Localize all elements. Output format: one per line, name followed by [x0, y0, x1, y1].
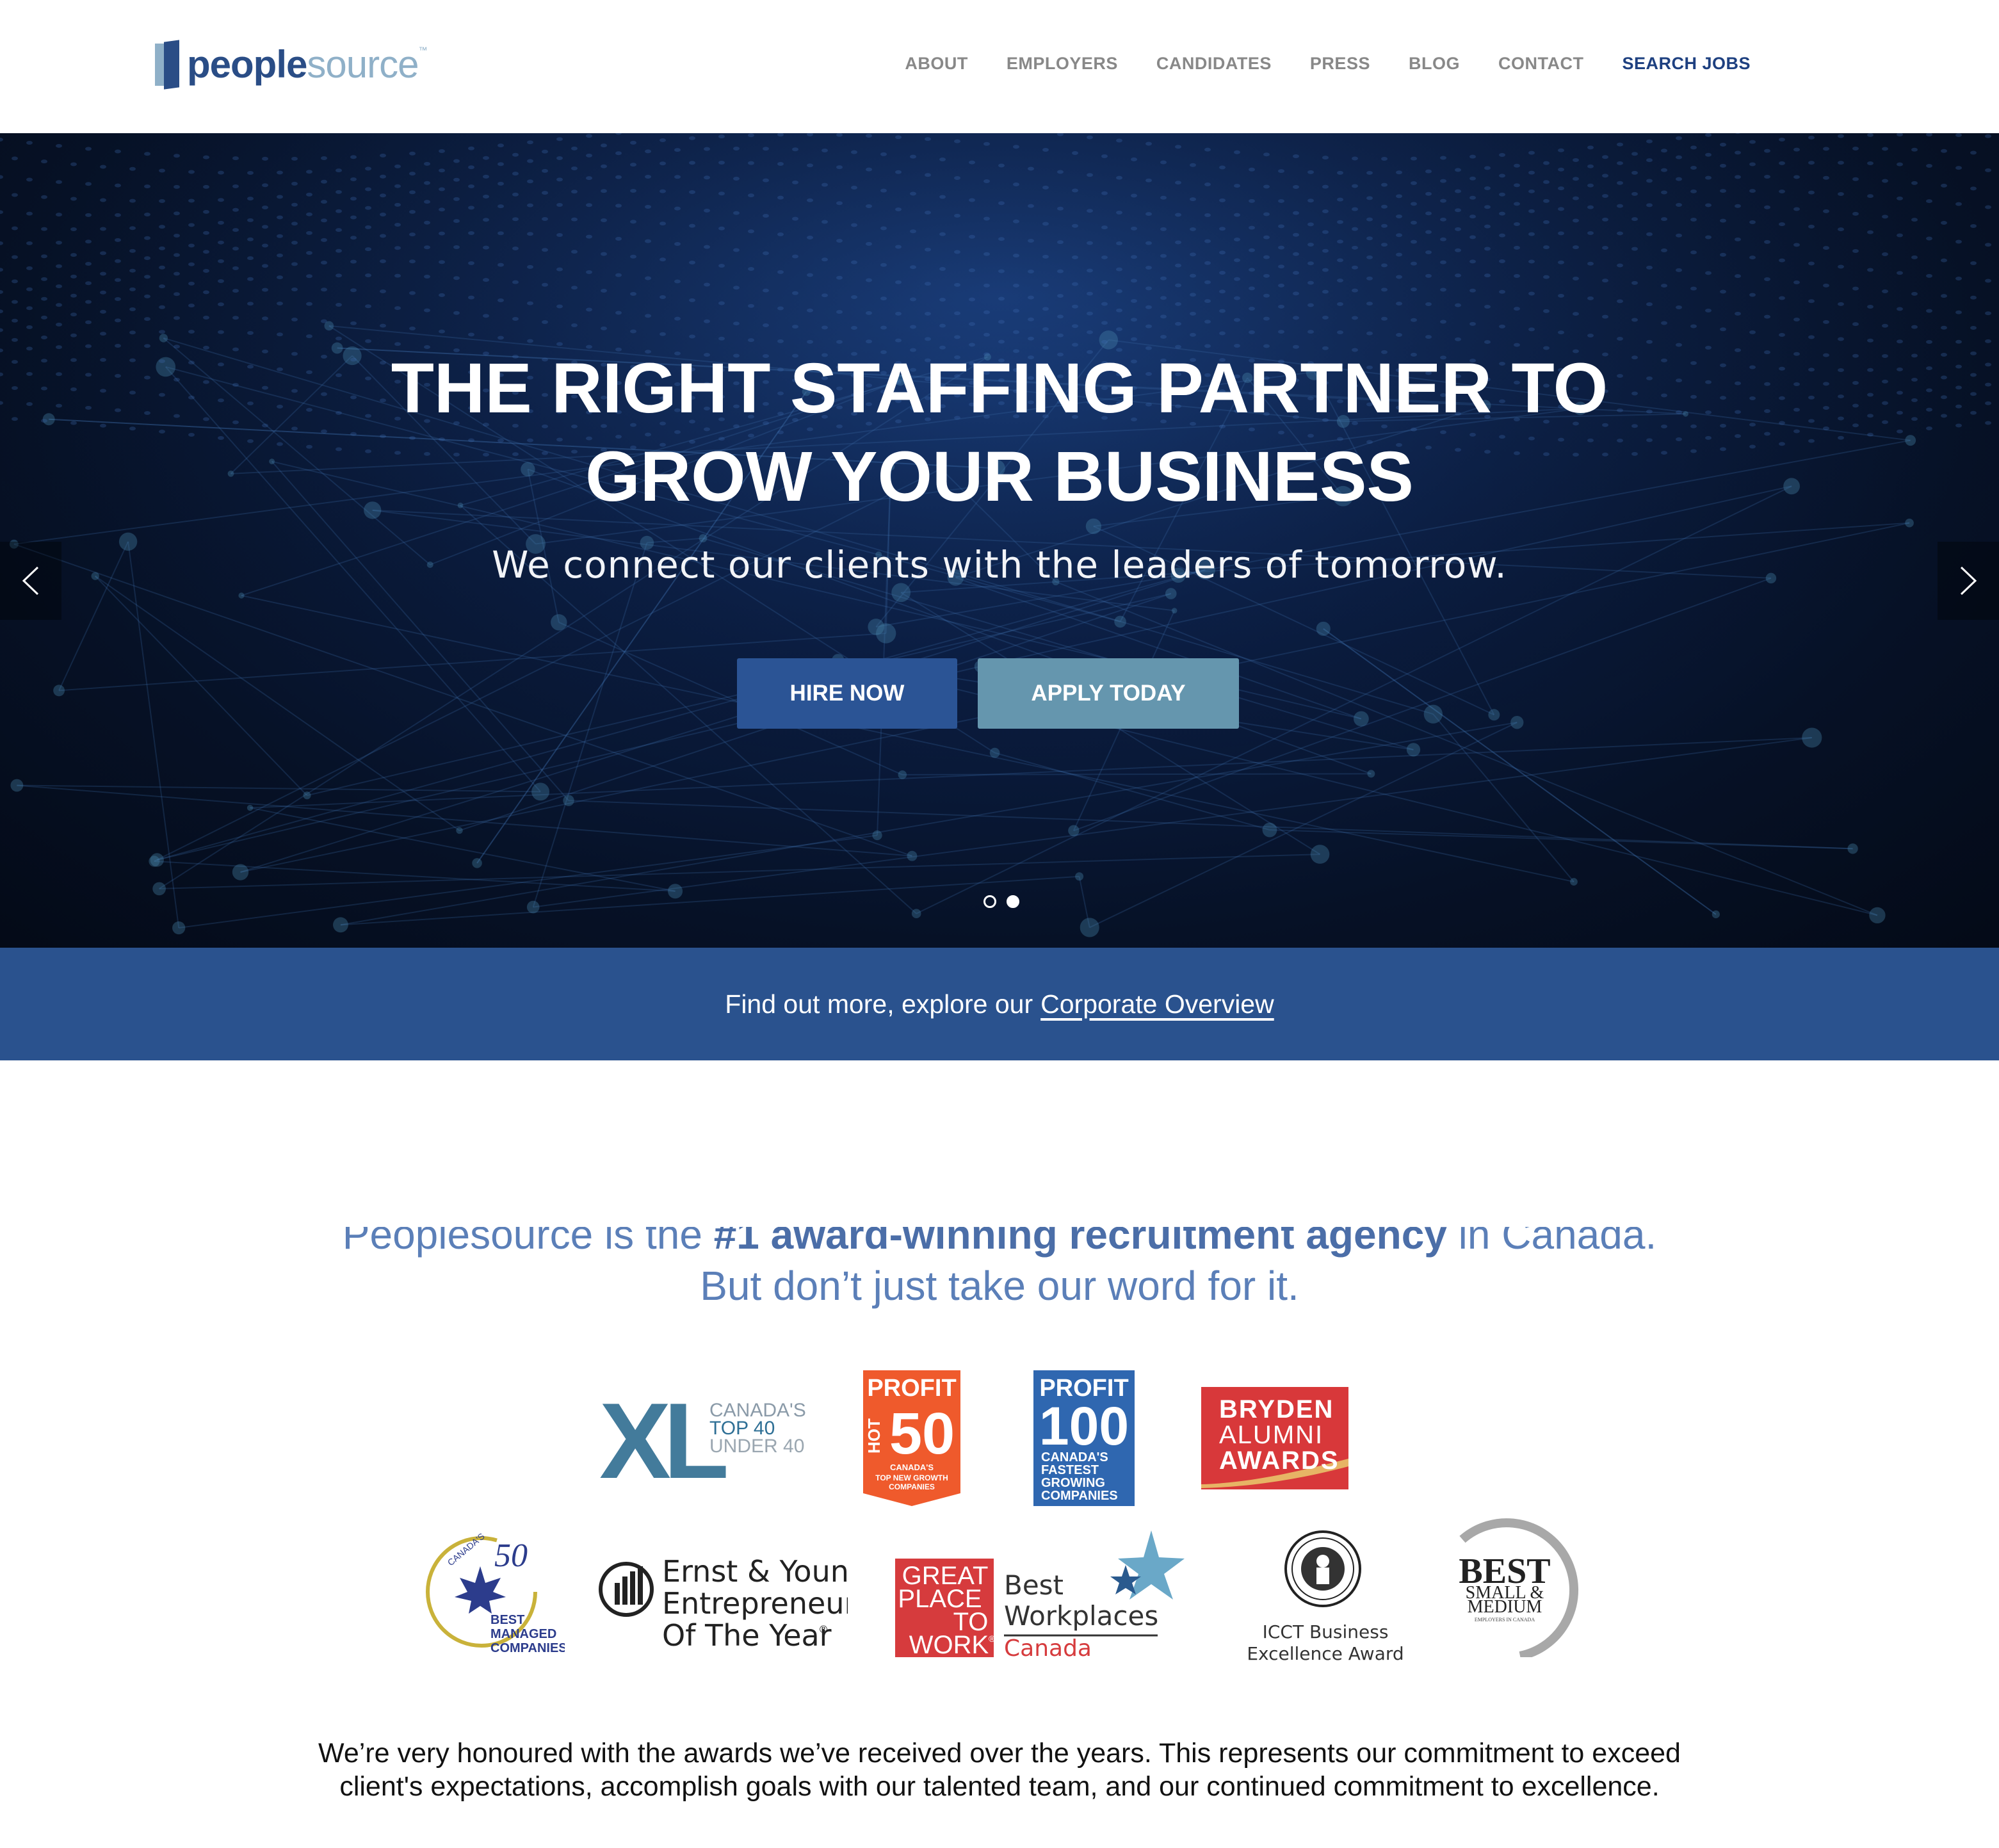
svg-text:BRYDEN: BRYDEN — [1219, 1395, 1334, 1423]
nav-employers[interactable]: EMPLOYERS — [1007, 54, 1118, 74]
slider-dot-1[interactable] — [983, 895, 996, 908]
svg-text:Ernst & Young: Ernst & Young — [662, 1554, 848, 1589]
logo-mark-icon — [155, 40, 181, 90]
svg-text:CANADA'S: CANADA'S — [890, 1463, 934, 1472]
slider-dot-2[interactable] — [1007, 895, 1019, 908]
svg-text:MEDIUM: MEDIUM — [1468, 1597, 1542, 1617]
nav-press[interactable]: PRESS — [1310, 54, 1370, 74]
svg-text:TOP NEW GROWTH: TOP NEW GROWTH — [875, 1473, 948, 1482]
svg-text:Best: Best — [1004, 1569, 1064, 1601]
svg-text:CANADA'S: CANADA'S — [1041, 1450, 1108, 1464]
slider-next-button[interactable] — [1938, 542, 1999, 620]
svg-text:COMPANIES: COMPANIES — [889, 1482, 935, 1491]
svg-text:Entrepreneur: Entrepreneur — [662, 1586, 848, 1621]
site-header: peoplesource™ ABOUT EMPLOYERS CANDIDATES… — [0, 0, 1999, 133]
great-place-to-work-award: GREAT PLACE TO WORK ® Best Workplaces Ca… — [895, 1528, 1202, 1662]
nav-about[interactable]: ABOUT — [905, 54, 968, 74]
hero-slider: THE RIGHT STAFFING PARTNER TO GROW YOUR … — [0, 133, 1999, 948]
ey-entrepreneur-of-the-year-award: Ernst & Young Entrepreneur Of The Year ® — [598, 1550, 868, 1658]
svg-text:COMPANIES: COMPANIES — [1041, 1489, 1118, 1503]
nav-contact[interactable]: CONTACT — [1498, 54, 1583, 74]
svg-text:Of The Year: Of The Year — [662, 1618, 832, 1653]
awards-heading: Peoplesource is the #1 award-winning rec… — [0, 1227, 1999, 1311]
svg-text:WORK: WORK — [909, 1631, 989, 1659]
svg-text:UNDER 40: UNDER 40 — [709, 1436, 804, 1457]
banner-text: Find out more, explore our — [725, 989, 1033, 1019]
nav-candidates[interactable]: CANDIDATES — [1156, 54, 1272, 74]
slider-prev-button[interactable] — [0, 542, 61, 620]
svg-text:MANAGED: MANAGED — [490, 1627, 556, 1641]
svg-text:BEST: BEST — [490, 1613, 524, 1627]
main-nav: ABOUT EMPLOYERS CANDIDATES PRESS BLOG CO… — [905, 54, 1751, 74]
nav-blog[interactable]: BLOG — [1409, 54, 1460, 74]
svg-text:Excellence Award: Excellence Award — [1247, 1643, 1404, 1664]
hero-network-background — [0, 133, 1999, 948]
corporate-overview-link[interactable]: Corporate Overview — [1040, 989, 1274, 1019]
peoplesource-logo[interactable]: peoplesource™ — [155, 40, 427, 90]
svg-text:100: 100 — [1039, 1396, 1129, 1456]
svg-text:COMPANIES: COMPANIES — [490, 1641, 565, 1655]
slider-dots — [983, 895, 1019, 908]
hire-now-button[interactable]: HIRE NOW — [737, 658, 957, 729]
svg-text:Canada: Canada — [1004, 1635, 1092, 1662]
svg-text:50: 50 — [494, 1537, 528, 1574]
chevron-right-icon — [1960, 566, 1977, 596]
icct-business-excellence-award: ICCT Business Excellence Award — [1238, 1530, 1418, 1665]
svg-text:PROFIT: PROFIT — [867, 1375, 956, 1402]
profit-100-award: PROFIT 100 CANADA'S FASTEST GROWING COMP… — [1033, 1370, 1135, 1506]
chevron-left-icon — [22, 566, 39, 596]
svg-text:®: ® — [818, 1623, 829, 1635]
svg-text:ALUMNI: ALUMNI — [1219, 1421, 1323, 1449]
svg-text:XL: XL — [599, 1395, 726, 1484]
svg-text:AWARDS: AWARDS — [1219, 1447, 1339, 1475]
svg-text:Workplaces: Workplaces — [1004, 1600, 1158, 1632]
svg-text:EMPLOYERS IN CANADA: EMPLOYERS IN CANADA — [1475, 1617, 1535, 1623]
corporate-overview-banner: Find out more, explore our Corporate Ove… — [0, 948, 1999, 1060]
svg-text:HOT: HOT — [864, 1418, 884, 1454]
awards-subheading: But don’t just take our word for it. — [700, 1263, 1299, 1309]
hero-subtitle: We connect our clients with the leaders … — [492, 543, 1507, 587]
best-small-medium-employers-award: BEST SMALL & MEDIUM EMPLOYERS IN CANADA — [1443, 1514, 1587, 1660]
awards-description: We’re very honoured with the awards we’v… — [318, 1738, 1681, 1802]
top-40-under-40-award: XL CANADA'S TOP 40 UNDER 40 — [599, 1381, 811, 1501]
apply-today-button[interactable]: APPLY TODAY — [978, 658, 1239, 729]
profit-hot-50-award: PROFIT HOT 50 CANADA'S TOP NEW GROWTH CO… — [863, 1370, 960, 1506]
nav-search-jobs[interactable]: SEARCH JOBS — [1622, 54, 1751, 74]
hero-title: THE RIGHT STAFFING PARTNER TO GROW YOUR … — [391, 349, 1608, 516]
canadas-best-managed-award: CANADA'S 50 BEST MANAGED COMPANIES — [424, 1528, 567, 1656]
bryden-alumni-awards: BRYDEN ALUMNI AWARDS — [1201, 1387, 1348, 1489]
svg-text:®: ® — [989, 1633, 996, 1644]
logo-wordmark: peoplesource™ — [187, 43, 427, 86]
svg-text:FASTEST: FASTEST — [1041, 1463, 1099, 1477]
svg-text:50: 50 — [889, 1401, 955, 1466]
svg-text:GROWING: GROWING — [1041, 1476, 1105, 1490]
svg-text:ICCT Business: ICCT Business — [1263, 1621, 1389, 1642]
